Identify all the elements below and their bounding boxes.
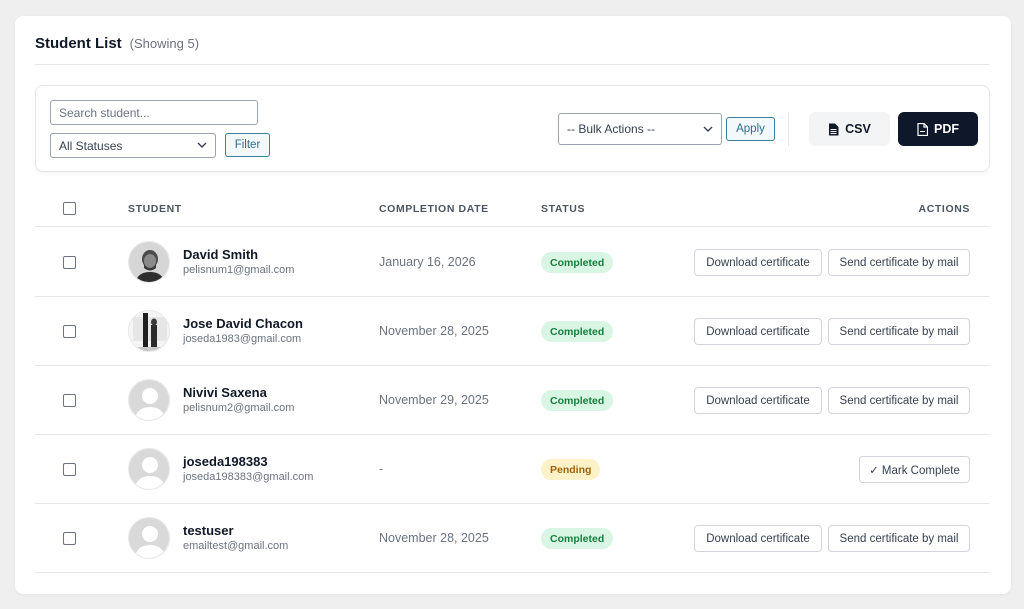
toolbar-divider xyxy=(788,112,789,146)
student-name: David Smith xyxy=(183,247,259,262)
filter-button[interactable]: Filter xyxy=(225,133,270,157)
bulk-actions-value: -- Bulk Actions -- xyxy=(567,122,656,136)
table-header: STUDENT COMPLETION DATE STATUS ACTIONS xyxy=(35,195,990,227)
student-email: emailtest@gmail.com xyxy=(183,540,289,552)
chevron-down-icon xyxy=(703,124,713,135)
photo-man-beard-icon xyxy=(128,241,170,283)
completion-date: January 16, 2026 xyxy=(379,255,476,269)
document-icon xyxy=(917,122,928,136)
search-input[interactable] xyxy=(50,100,258,125)
download-certificate-button[interactable]: Download certificate xyxy=(694,318,822,345)
student-name: Nivivi Saxena xyxy=(183,385,267,400)
mark-complete-button[interactable]: ✓ Mark Complete xyxy=(859,456,970,483)
default-avatar-icon xyxy=(128,517,170,559)
completion-date: November 29, 2025 xyxy=(379,393,489,407)
export-pdf-button[interactable]: PDF xyxy=(898,112,978,146)
student-email: pelisnum2@gmail.com xyxy=(183,402,295,414)
default-avatar-icon xyxy=(128,448,170,490)
row-checkbox[interactable] xyxy=(63,394,76,407)
student-name: joseda198383 xyxy=(183,454,268,469)
select-all-checkbox[interactable] xyxy=(63,202,76,215)
row-checkbox[interactable] xyxy=(63,325,76,338)
status-filter-select[interactable]: All Statuses xyxy=(50,133,216,158)
completion-date: November 28, 2025 xyxy=(379,531,489,545)
photo-person-window-icon xyxy=(128,310,170,352)
column-header-completion-date: COMPLETION DATE xyxy=(379,203,489,215)
page-title: Student List xyxy=(35,35,122,52)
default-avatar-icon xyxy=(128,379,170,421)
row-checkbox[interactable] xyxy=(63,532,76,545)
status-badge: Completed xyxy=(541,252,614,273)
apply-button[interactable]: Apply xyxy=(726,117,775,141)
completion-date: November 28, 2025 xyxy=(379,324,489,338)
bulk-actions-select[interactable]: -- Bulk Actions -- xyxy=(558,113,722,145)
student-name: testuser xyxy=(183,523,234,538)
student-list-card: Student List (Showing 5) All Statuses Fi… xyxy=(15,16,1011,594)
download-certificate-button[interactable]: Download certificate xyxy=(694,525,822,552)
send-certificate-button[interactable]: Send certificate by mail xyxy=(828,249,970,276)
download-certificate-button[interactable]: Download certificate xyxy=(694,387,822,414)
toolbar: All Statuses Filter -- Bulk Actions -- A… xyxy=(35,85,990,172)
status-badge: Pending xyxy=(541,459,601,480)
showing-count: (Showing 5) xyxy=(129,36,200,51)
table-row: Nivivi Saxena pelisnum2@gmail.com Novemb… xyxy=(35,366,990,435)
row-checkbox[interactable] xyxy=(63,463,76,476)
table-row: testuser emailtest@gmail.com November 28… xyxy=(35,504,990,573)
student-name: Jose David Chacon xyxy=(183,316,303,331)
student-email: joseda198383@gmail.com xyxy=(183,471,314,483)
send-certificate-button[interactable]: Send certificate by mail xyxy=(828,318,970,345)
card-header: Student List (Showing 5) xyxy=(35,35,990,65)
student-email: joseda1983@gmail.com xyxy=(183,333,302,345)
table-row: Jose David Chacon joseda1983@gmail.com N… xyxy=(35,297,990,366)
completion-date: - xyxy=(379,462,384,476)
row-checkbox[interactable] xyxy=(63,256,76,269)
table-row: David Smith pelisnum1@gmail.com January … xyxy=(35,228,990,297)
table-row: joseda198383 joseda198383@gmail.com - Pe… xyxy=(35,435,990,504)
student-email: pelisnum1@gmail.com xyxy=(183,264,295,276)
chevron-down-icon xyxy=(197,140,207,151)
column-header-status: STATUS xyxy=(541,203,586,215)
status-badge: Completed xyxy=(541,321,614,342)
send-certificate-button[interactable]: Send certificate by mail xyxy=(828,525,970,552)
status-filter-value: All Statuses xyxy=(59,138,123,153)
spreadsheet-icon xyxy=(828,123,839,136)
column-header-student: STUDENT xyxy=(128,203,182,215)
send-certificate-button[interactable]: Send certificate by mail xyxy=(828,387,970,414)
status-badge: Completed xyxy=(541,390,614,411)
pdf-label: PDF xyxy=(934,122,959,136)
download-certificate-button[interactable]: Download certificate xyxy=(694,249,822,276)
export-csv-button[interactable]: CSV xyxy=(809,112,890,146)
csv-label: CSV xyxy=(845,122,871,136)
column-header-actions: ACTIONS xyxy=(918,203,970,215)
status-badge: Completed xyxy=(541,528,614,549)
